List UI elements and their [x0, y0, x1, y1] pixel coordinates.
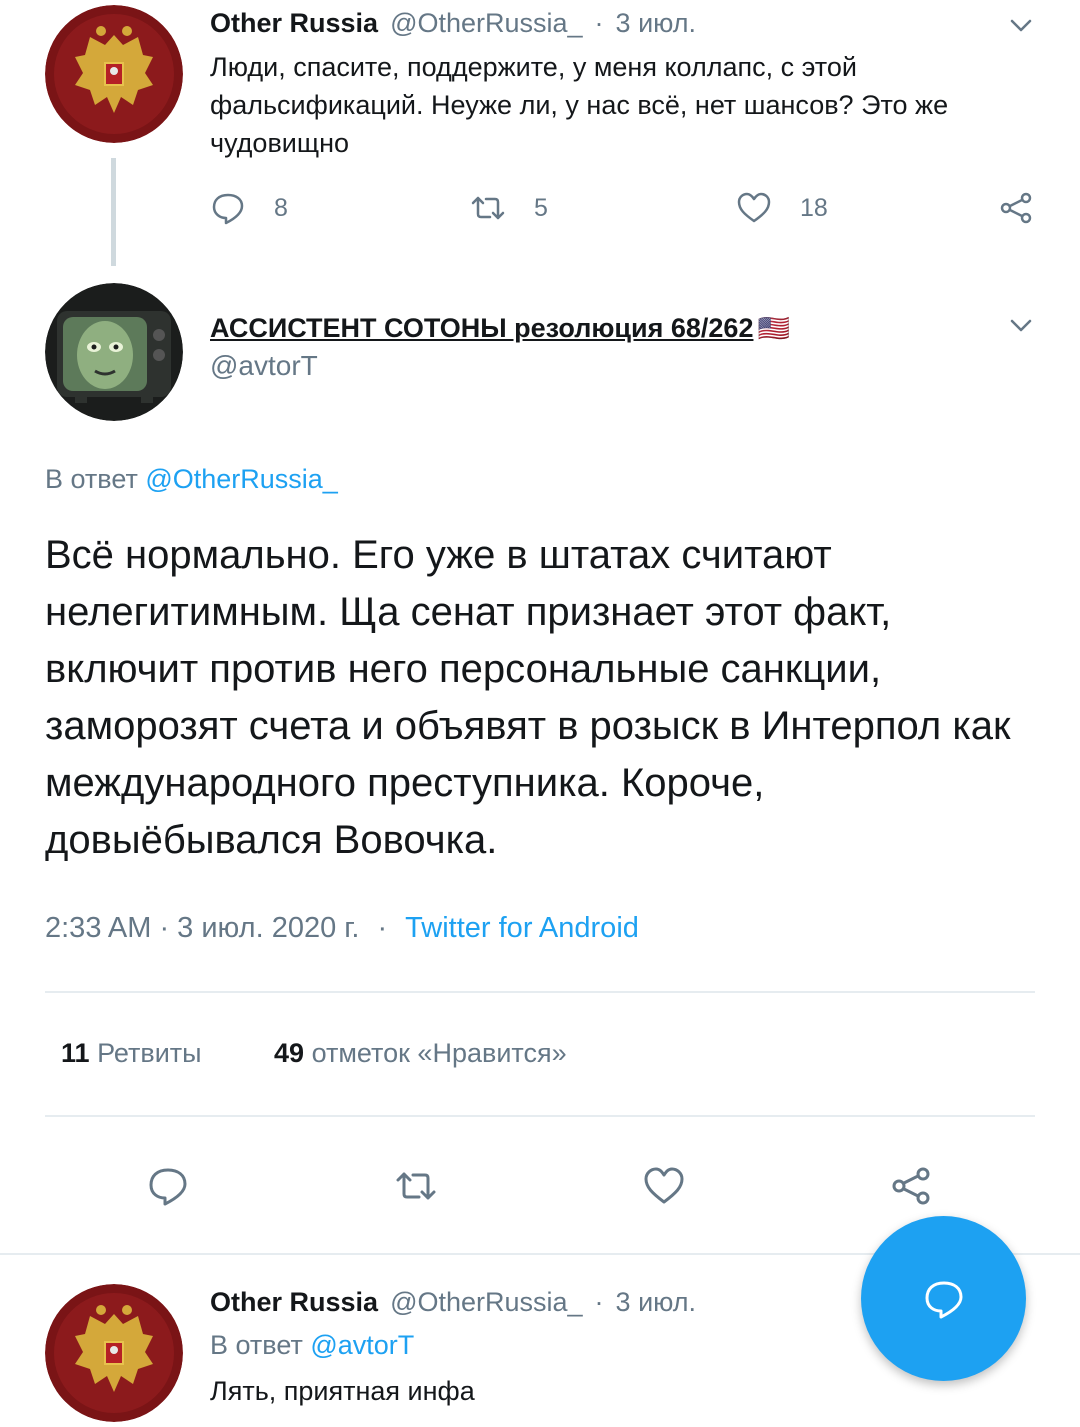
reply-count: 8 [274, 193, 288, 222]
avatar-avtort[interactable] [45, 283, 183, 421]
replying-to: В ответ @avtorT [210, 1330, 414, 1361]
main-author-name[interactable]: АССИСТЕНТ СОТОНЫ резолюция 68/262 [210, 313, 753, 343]
reply-prefix: В ответ [210, 1330, 303, 1360]
compose-reply-icon [925, 1281, 962, 1318]
like-stat-label: отметок «Нравится» [311, 1038, 567, 1068]
reply-to-handle[interactable]: @avtorT [310, 1330, 414, 1360]
tweet-time[interactable]: 2:33 AM · 3 июл. 2020 г. [45, 912, 359, 944]
like-icon [644, 1167, 684, 1204]
retweet-button[interactable] [394, 1164, 438, 1208]
reply-button[interactable] [146, 1164, 190, 1208]
like-button[interactable] [642, 1164, 686, 1208]
chevron-down-icon[interactable] [1006, 310, 1036, 340]
retweet-stat-label: Ретвиты [97, 1038, 202, 1068]
tv-face-image [45, 283, 183, 421]
replying-to: В ответ @OtherRussia_ [45, 464, 338, 495]
retweet-stat-count: 11 [61, 1038, 90, 1068]
tweet-source[interactable]: Twitter for Android [405, 912, 639, 944]
separator-dot: · [377, 912, 388, 944]
main-author-name-row: АССИСТЕНТ СОТОНЫ резолюция 68/262 🇺🇸 [210, 313, 790, 344]
thread-line [111, 158, 116, 266]
reply-prefix: В ответ [45, 464, 138, 494]
retweet-stat[interactable]: 11 Ретвиты [61, 1038, 202, 1069]
main-tweet-text: Всё нормально. Его уже в штатах считают … [45, 533, 1011, 862]
share-icon [1000, 192, 1032, 224]
compose-reply-button[interactable] [861, 1216, 1026, 1381]
retweet-action[interactable]: 5 [470, 190, 548, 226]
like-icon [737, 192, 771, 223]
retweet-icon [396, 1172, 436, 1200]
like-stat[interactable]: 49 отметок «Нравится» [274, 1038, 567, 1069]
retweet-count: 5 [534, 193, 548, 222]
avatar-other-russia[interactable] [45, 5, 183, 143]
separator-dot: · [594, 8, 604, 38]
separator-dot: · [594, 1287, 604, 1317]
coat-of-arms-image [45, 1284, 183, 1422]
reply-action[interactable]: 8 [210, 190, 288, 226]
reply-icon [212, 193, 244, 225]
main-author-handle[interactable]: @avtorT [210, 350, 318, 382]
us-flag-icon: 🇺🇸 [757, 313, 791, 343]
divider [45, 991, 1035, 993]
author-handle[interactable]: @OtherRussia_ [390, 1287, 582, 1318]
coat-of-arms-image [45, 5, 183, 143]
tweet-timestamp-row: 2:33 AM · 3 июл. 2020 г. · Twitter for A… [45, 912, 639, 945]
share-button[interactable] [889, 1164, 933, 1208]
like-stat-count: 49 [274, 1038, 305, 1068]
author-name[interactable]: Other Russia [210, 8, 378, 39]
reply-to-handle[interactable]: @OtherRussia_ [145, 464, 337, 494]
share-action[interactable] [998, 190, 1034, 226]
divider [45, 1115, 1035, 1117]
like-count: 18 [800, 193, 828, 222]
tweet-date[interactable]: 3 июл. [616, 8, 697, 39]
parent-tweet-text: Люди, спасите, поддержите, у меня коллап… [210, 52, 949, 158]
reply-icon [149, 1168, 187, 1206]
reply-tweet-text: Лять, приятная инфа [210, 1376, 475, 1406]
share-icon [892, 1167, 930, 1205]
author-handle[interactable]: @OtherRussia_ [390, 8, 582, 39]
avatar-other-russia[interactable] [45, 1284, 183, 1422]
tweet-date[interactable]: 3 июл. [616, 1287, 697, 1318]
chevron-down-icon[interactable] [1006, 10, 1036, 40]
retweet-icon [471, 196, 505, 220]
parent-tweet-header: Other Russia @OtherRussia_ · 3 июл. [210, 8, 708, 39]
author-name[interactable]: Other Russia [210, 1287, 378, 1318]
like-action[interactable]: 18 [736, 190, 828, 226]
reply-tweet-header: Other Russia @OtherRussia_ · 3 июл. [210, 1287, 708, 1318]
